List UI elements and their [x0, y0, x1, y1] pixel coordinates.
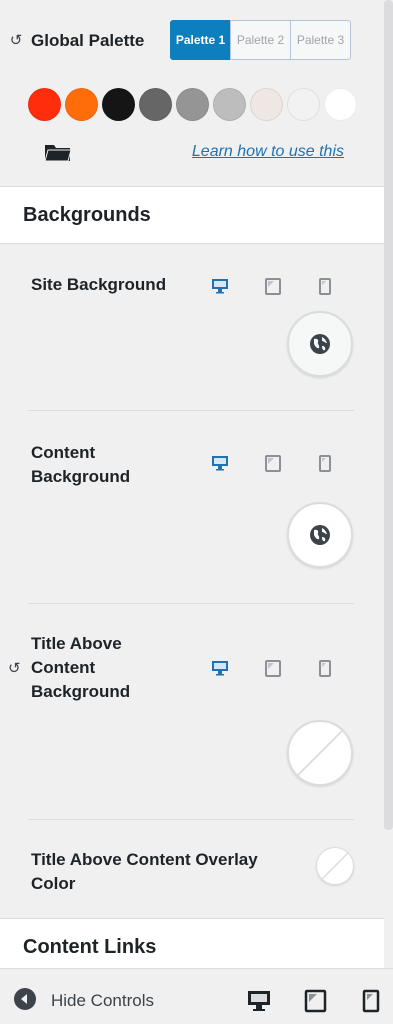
- desktop-icon[interactable]: [211, 276, 265, 296]
- collapse-icon[interactable]: [14, 988, 36, 1010]
- section-backgrounds[interactable]: Backgrounds: [0, 186, 384, 244]
- control-site-background: Site Background: [28, 244, 354, 410]
- scrollbar[interactable]: [384, 0, 393, 830]
- desktop-preview-icon[interactable]: [246, 989, 272, 1013]
- control-label-line-1: Content: [31, 443, 96, 462]
- desktop-icon[interactable]: [211, 453, 265, 473]
- control-label-line-2: Content: [31, 658, 96, 677]
- tab-palette-1[interactable]: Palette 1: [170, 20, 231, 60]
- palette-swatch-1[interactable]: [28, 88, 61, 121]
- palette-swatch-2[interactable]: [65, 88, 98, 121]
- palette-swatch-6[interactable]: [213, 88, 246, 121]
- hide-controls-button[interactable]: Hide Controls: [51, 991, 154, 1011]
- customizer-footer: Hide Controls: [0, 968, 393, 1024]
- folder-icon[interactable]: [44, 142, 72, 162]
- device-switcher: [211, 453, 373, 473]
- control-label-line-2: Color: [31, 874, 76, 893]
- content-background-picker[interactable]: [287, 502, 353, 568]
- mobile-preview-icon[interactable]: [358, 989, 384, 1013]
- palette-swatch-3[interactable]: [102, 88, 135, 121]
- overlay-color-picker[interactable]: [316, 847, 354, 885]
- desktop-icon[interactable]: [211, 658, 265, 678]
- palette-tabs: Palette 1 Palette 2 Palette 3: [170, 20, 351, 60]
- control-title-overlay-color: Title Above Content Overlay Color: [28, 820, 354, 918]
- device-switcher: [211, 658, 373, 678]
- section-title: Backgrounds: [23, 204, 151, 226]
- control-title-above-background: ↺ Title Above Content Background: [8, 604, 354, 819]
- global-palette-title: Global Palette: [31, 31, 145, 50]
- mobile-icon[interactable]: [319, 658, 373, 678]
- mobile-icon[interactable]: [319, 276, 373, 296]
- mobile-icon[interactable]: [319, 453, 373, 473]
- reset-icon[interactable]: ↺: [8, 33, 24, 49]
- globe-icon: [310, 525, 330, 545]
- device-switcher: [211, 276, 373, 296]
- site-background-picker[interactable]: [287, 311, 353, 377]
- control-label-line-1: Title Above: [31, 634, 122, 653]
- palette-swatch-8[interactable]: [287, 88, 320, 121]
- control-label: Site Background: [31, 275, 167, 294]
- palette-swatch-4[interactable]: [139, 88, 172, 121]
- global-palette: ↺ Global Palette Palette 1 Palette 2 Pal…: [0, 0, 384, 186]
- tab-palette-3[interactable]: Palette 3: [290, 20, 351, 60]
- no-color-icon: [320, 851, 350, 881]
- section-title: Content Links: [23, 936, 157, 958]
- title-above-background-picker[interactable]: [287, 720, 353, 786]
- tab-palette-2[interactable]: Palette 2: [230, 20, 291, 60]
- palette-swatches: [28, 88, 357, 121]
- learn-how-link[interactable]: Learn how to use this: [192, 143, 344, 161]
- control-content-background: Content Background: [28, 411, 354, 603]
- control-label-line-2: Background: [31, 467, 131, 486]
- palette-swatch-5[interactable]: [176, 88, 209, 121]
- tablet-preview-icon[interactable]: [303, 989, 329, 1013]
- tablet-icon[interactable]: [265, 276, 319, 296]
- control-label-line-3: Background: [31, 682, 131, 701]
- reset-icon[interactable]: ↺: [8, 659, 21, 677]
- tablet-icon[interactable]: [265, 658, 319, 678]
- tablet-icon[interactable]: [265, 453, 319, 473]
- control-label-line-1: Title Above Content Overlay: [31, 850, 258, 869]
- palette-swatch-9[interactable]: [324, 88, 357, 121]
- palette-swatch-7[interactable]: [250, 88, 283, 121]
- globe-icon: [310, 334, 330, 354]
- no-color-icon: [293, 726, 347, 780]
